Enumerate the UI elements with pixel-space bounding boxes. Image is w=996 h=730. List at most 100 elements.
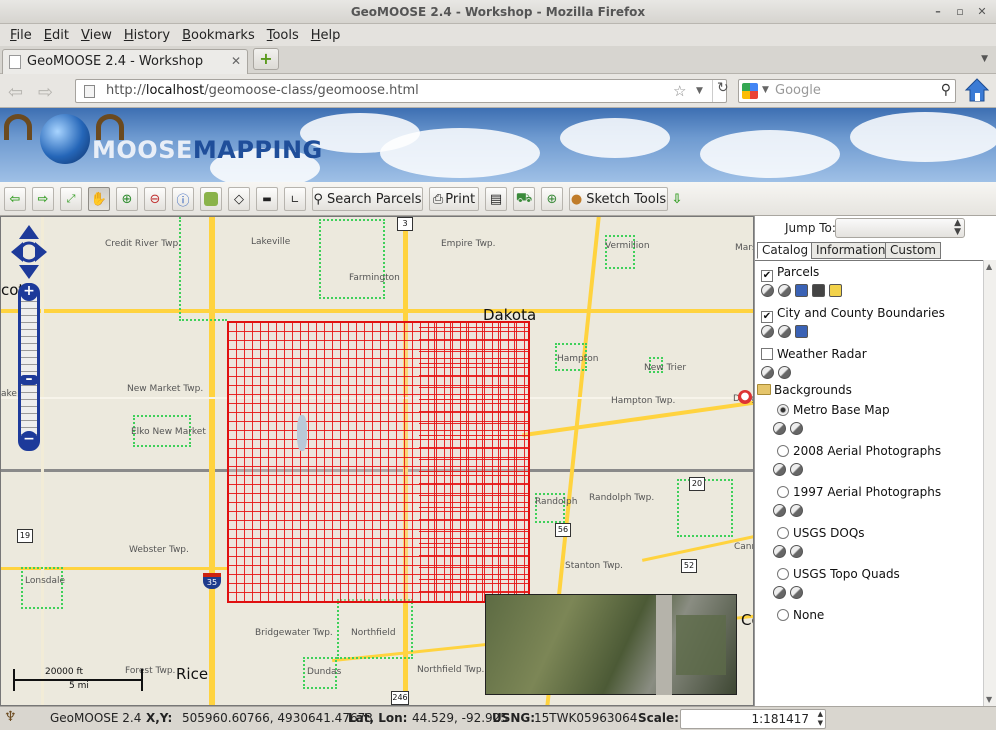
zoom-in-icon[interactable]: + <box>20 283 38 301</box>
none-radio[interactable] <box>777 609 789 621</box>
fade-in-icon[interactable] <box>790 545 803 558</box>
measure-area-button[interactable]: ∟ <box>284 187 306 211</box>
zoom-in-button[interactable]: ⊕ <box>116 187 138 211</box>
pan-button[interactable]: ✋ <box>88 187 110 211</box>
tab-information[interactable]: Information <box>811 242 891 259</box>
menu-history[interactable]: History <box>124 28 170 43</box>
geocode-button[interactable]: ⊕ <box>541 187 563 211</box>
zoom-out-button[interactable]: ⊖ <box>144 187 166 211</box>
print-button[interactable]: ⎙ Print <box>429 187 479 211</box>
status-bar: ♆ GeoMOOSE 2.4 X,Y: 505960.60766, 493064… <box>0 706 996 730</box>
toolbar-more-icon[interactable]: ⇩ <box>668 187 686 211</box>
measure-button[interactable]: ▬ <box>256 187 278 211</box>
county-label: Dakota <box>483 306 537 324</box>
bookmark-star-icon[interactable]: ☆ <box>673 82 686 100</box>
url-text[interactable]: http://localhost/geomoose-class/geomoose… <box>106 83 419 98</box>
fade-in-icon[interactable] <box>778 325 791 338</box>
fade-out-icon[interactable] <box>773 463 786 476</box>
new-tab-button[interactable]: + <box>253 48 279 70</box>
zoom-slider[interactable] <box>18 283 40 451</box>
fade-out-icon[interactable] <box>761 325 774 338</box>
fade-in-icon[interactable] <box>778 284 791 297</box>
folder-icon[interactable] <box>757 384 771 395</box>
reload-icon[interactable]: ↻ <box>712 80 729 102</box>
zoom-extent-button[interactable]: ⤢ <box>60 187 82 211</box>
identify-button[interactable]: ⓘ <box>172 187 194 211</box>
zoom-slider-handle[interactable]: – <box>20 372 38 386</box>
menu-help[interactable]: Help <box>311 28 341 43</box>
boundaries-checkbox[interactable]: ✔ <box>761 311 773 323</box>
pan-control[interactable] <box>11 225 47 279</box>
overview-toggle-icon[interactable]: ● <box>738 390 752 404</box>
search-layer-icon[interactable] <box>812 284 825 297</box>
forward-icon[interactable]: ⇨ <box>38 82 53 103</box>
legend-icon[interactable] <box>795 325 808 338</box>
aerial-1997-radio[interactable] <box>777 486 789 498</box>
usng-label: USNG: <box>492 711 536 725</box>
scroll-up-icon[interactable]: ▲ <box>986 262 992 271</box>
legend-icon[interactable] <box>795 284 808 297</box>
next-extent-button[interactable]: ⇨ <box>32 187 54 211</box>
fade-out-icon[interactable] <box>773 422 786 435</box>
search-icon[interactable]: ⚲ <box>941 82 951 98</box>
scale-spinner-icon[interactable]: ▲ ▼ <box>818 710 823 728</box>
menu-bookmarks[interactable]: Bookmarks <box>182 28 255 43</box>
fade-out-icon[interactable] <box>761 284 774 297</box>
tab-catalog[interactable]: Catalog <box>757 242 814 259</box>
fade-out-icon[interactable] <box>773 545 786 558</box>
search-engine-icon[interactable] <box>742 83 758 99</box>
maximize-icon[interactable]: ▫ <box>952 4 968 20</box>
map-label: New Market Twp. <box>127 384 204 394</box>
menu-view[interactable]: View <box>81 28 112 43</box>
zoom-out-icon[interactable]: − <box>20 431 38 449</box>
select-button[interactable] <box>200 187 222 211</box>
scale-input[interactable]: 1:181417 ▲ ▼ <box>680 709 826 729</box>
menu-file[interactable]: File <box>10 28 32 43</box>
url-dropdown-icon[interactable]: ▼ <box>696 86 703 96</box>
metro-radio[interactable] <box>777 404 789 416</box>
weather-checkbox[interactable] <box>761 348 773 360</box>
popup-icon[interactable] <box>829 284 842 297</box>
map-label: Lakeville <box>251 237 291 247</box>
previous-extent-button[interactable]: ⇦ <box>4 187 26 211</box>
car-icon-button[interactable]: ⛟ <box>513 187 535 211</box>
jump-to-select[interactable]: ▲ ▼ <box>835 218 965 238</box>
panel-scrollbar[interactable]: ▲ ▼ <box>983 260 996 706</box>
aerial-2008-radio[interactable] <box>777 445 789 457</box>
group-label: Backgrounds <box>774 383 852 397</box>
sketch-tools-button[interactable]: ● Sketch Tools <box>569 187 668 211</box>
search-input[interactable]: Google <box>775 83 821 98</box>
url-bar[interactable]: http://localhost/geomoose-class/geomoose… <box>75 79 729 103</box>
map-label: Cann <box>734 542 753 552</box>
map-view[interactable]: Credit River Twp. Lakeville Empire Twp. … <box>0 216 754 706</box>
layer-search-button[interactable]: ▤ <box>485 187 507 211</box>
close-icon[interactable]: ✕ <box>974 4 990 20</box>
search-parcels-button[interactable]: ⚲ Search Parcels <box>312 187 423 211</box>
tab-close-icon[interactable]: ✕ <box>231 50 241 73</box>
parcels-checkbox[interactable]: ✔ <box>761 270 773 282</box>
home-icon[interactable] <box>964 77 990 103</box>
overview-map[interactable] <box>485 594 737 695</box>
back-icon[interactable]: ⇦ <box>8 82 23 103</box>
tab-list-icon[interactable]: ▼ <box>981 54 988 64</box>
menu-edit[interactable]: Edit <box>44 28 69 43</box>
fade-in-icon[interactable] <box>778 366 791 379</box>
search-bar[interactable]: ▼ Google ⚲ <box>738 79 956 103</box>
fade-in-icon[interactable] <box>790 504 803 517</box>
menu-tools[interactable]: Tools <box>267 28 299 43</box>
doqs-radio[interactable] <box>777 527 789 539</box>
eraser-button[interactable]: ◇ <box>228 187 250 211</box>
tab-custom[interactable]: Custom <box>885 242 941 259</box>
fade-out-icon[interactable] <box>773 586 786 599</box>
fade-in-icon[interactable] <box>790 422 803 435</box>
map-label: Northfield Twp. <box>417 665 485 675</box>
scroll-down-icon[interactable]: ▼ <box>986 695 992 704</box>
minimize-icon[interactable]: – <box>930 4 946 20</box>
fade-in-icon[interactable] <box>790 586 803 599</box>
fade-in-icon[interactable] <box>790 463 803 476</box>
search-engine-dropdown-icon[interactable]: ▼ <box>762 85 769 95</box>
fade-out-icon[interactable] <box>773 504 786 517</box>
topo-radio[interactable] <box>777 568 789 580</box>
browser-tab[interactable]: GeoMOOSE 2.4 - Workshop ✕ <box>2 49 248 74</box>
fade-out-icon[interactable] <box>761 366 774 379</box>
